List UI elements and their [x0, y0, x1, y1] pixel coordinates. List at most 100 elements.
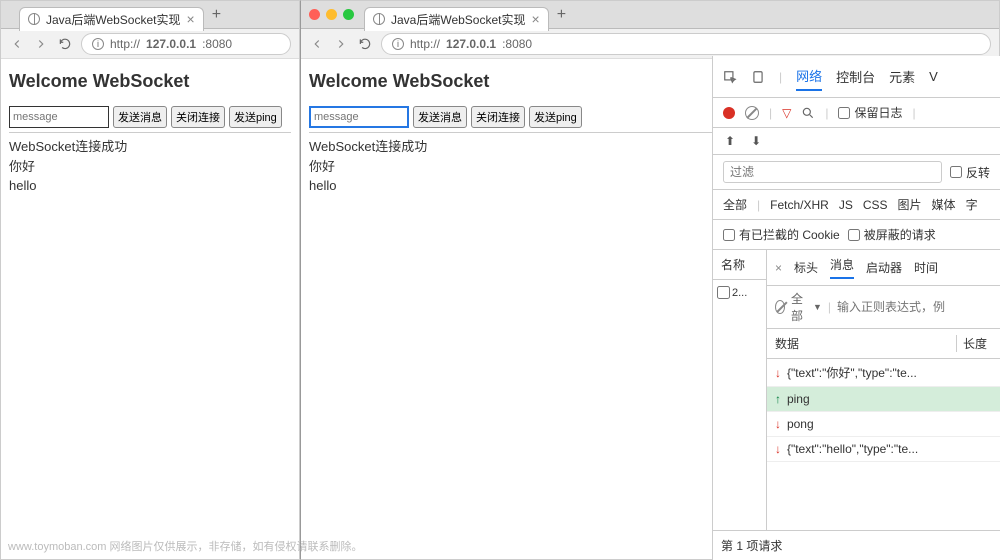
log-line: 你好: [9, 157, 291, 177]
window-controls: [309, 9, 354, 20]
browser-tab[interactable]: Java后端WebSocket实现 ×: [19, 7, 204, 31]
browser-tab[interactable]: Java后端WebSocket实现 ×: [364, 7, 549, 31]
tab-title: Java后端WebSocket实现: [46, 11, 181, 28]
close-detail-icon[interactable]: ×: [775, 261, 782, 275]
forward-button[interactable]: [33, 36, 49, 52]
message-row[interactable]: ↑ping: [767, 387, 1000, 412]
filter-row: 反转: [713, 155, 1000, 190]
arrow-down-icon: ↓: [775, 366, 787, 380]
request-list: 名称 2...: [713, 250, 767, 560]
all-filter[interactable]: 全部: [791, 290, 807, 324]
send-button[interactable]: 发送消息: [113, 106, 167, 128]
dropdown-icon[interactable]: ▼: [813, 302, 822, 312]
download-icon[interactable]: ⬇: [751, 134, 761, 148]
filter-input[interactable]: [723, 161, 942, 183]
info-icon: i: [392, 38, 404, 50]
url-host: 127.0.0.1: [446, 37, 496, 51]
tab-close-icon[interactable]: ×: [187, 11, 195, 27]
globe-icon: [28, 13, 40, 25]
type-all[interactable]: 全部: [723, 196, 747, 213]
tab-initiator[interactable]: 启动器: [866, 259, 902, 276]
network-split: 名称 2... × 标头 消息 启动器 时间 全部 ▼ | 数据 长度 ↓{: [713, 250, 1000, 560]
close-window-icon[interactable]: [309, 9, 320, 20]
send-ping-button[interactable]: 发送ping: [529, 106, 582, 128]
tab-more[interactable]: V: [929, 65, 938, 88]
tab-timing[interactable]: 时间: [914, 259, 938, 276]
message-row[interactable]: ↓{"text":"你好","type":"te...: [767, 359, 1000, 387]
blocked-cookie-checkbox[interactable]: 有已拦截的 Cookie: [723, 226, 840, 243]
type-js[interactable]: JS: [839, 198, 853, 212]
clear-messages-icon[interactable]: [775, 300, 785, 314]
url-port: :8080: [502, 37, 532, 51]
minimize-window-icon[interactable]: [326, 9, 337, 20]
col-length: 长度: [956, 335, 992, 352]
reload-button[interactable]: [57, 36, 73, 52]
log-area: WebSocket连接成功 你好 hello: [9, 137, 291, 196]
log-line: WebSocket连接成功: [9, 137, 291, 157]
message-input[interactable]: [9, 106, 109, 128]
reload-button[interactable]: [357, 36, 373, 52]
type-img[interactable]: 图片: [898, 196, 922, 213]
status-bar: 第 1 项请求: [712, 530, 1000, 560]
maximize-window-icon[interactable]: [343, 9, 354, 20]
devtools-panel: | 网络 控制台 元素 V | ▽ | 保留日志 | ⬆ ⬇ 反转 全部 | F…: [712, 56, 1000, 560]
controls-row: 发送消息 关闭连接 发送ping: [9, 106, 291, 133]
browser-window-left: Java后端WebSocket实现 × + i http://127.0.0.1…: [0, 0, 300, 560]
url-field[interactable]: i http://127.0.0.1:8080: [81, 33, 291, 55]
page-content: Welcome WebSocket 发送消息 关闭连接 发送ping WebSo…: [1, 59, 299, 559]
filter-icon[interactable]: ▽: [782, 106, 791, 120]
forward-button[interactable]: [333, 36, 349, 52]
new-tab-button[interactable]: +: [557, 6, 566, 24]
arrow-up-icon: ↑: [775, 392, 787, 406]
log-line: WebSocket连接成功: [309, 137, 714, 157]
blocked-req-checkbox[interactable]: 被屏蔽的请求: [848, 226, 936, 243]
address-bar: i http://127.0.0.1:8080: [301, 29, 999, 59]
search-icon[interactable]: [801, 106, 815, 120]
tab-elements[interactable]: 元素: [889, 63, 915, 90]
detail-tabs: × 标头 消息 启动器 时间: [767, 250, 1000, 286]
back-button[interactable]: [309, 36, 325, 52]
url-port: :8080: [202, 37, 232, 51]
page-title: Welcome WebSocket: [309, 71, 714, 92]
type-fetch[interactable]: Fetch/XHR: [770, 198, 829, 212]
message-filter-row: 全部 ▼ |: [767, 286, 1000, 329]
inspect-icon[interactable]: [723, 70, 737, 84]
close-conn-button[interactable]: 关闭连接: [171, 106, 225, 128]
tab-headers[interactable]: 标头: [794, 259, 818, 276]
watermark: www.toymoban.com 网络图片仅供展示，非存储，如有侵权请联系删除。: [8, 538, 362, 554]
invert-checkbox[interactable]: 反转: [950, 164, 990, 181]
preserve-log-checkbox[interactable]: 保留日志: [838, 104, 902, 121]
col-data: 数据: [775, 335, 956, 352]
type-css[interactable]: CSS: [863, 198, 888, 212]
type-font[interactable]: 字: [966, 196, 978, 213]
device-icon[interactable]: [751, 70, 765, 84]
upload-icon[interactable]: ⬆: [725, 134, 735, 148]
tab-close-icon[interactable]: ×: [532, 11, 540, 27]
info-icon: i: [92, 38, 104, 50]
type-media[interactable]: 媒体: [932, 196, 956, 213]
tab-messages[interactable]: 消息: [830, 256, 854, 279]
globe-icon: [373, 13, 385, 25]
back-button[interactable]: [9, 36, 25, 52]
message-input[interactable]: [309, 106, 409, 128]
close-conn-button[interactable]: 关闭连接: [471, 106, 525, 128]
url-prefix: http://: [110, 37, 140, 51]
new-tab-button[interactable]: +: [212, 6, 221, 24]
log-line: hello: [9, 176, 291, 196]
upload-download-row: ⬆ ⬇: [713, 128, 1000, 155]
tab-console[interactable]: 控制台: [836, 63, 875, 90]
titlebar: Java后端WebSocket实现 × +: [301, 1, 999, 29]
clear-icon[interactable]: [745, 106, 759, 120]
address-bar: i http://127.0.0.1:8080: [1, 29, 299, 59]
message-table-header: 数据 长度: [767, 329, 1000, 359]
tab-network[interactable]: 网络: [796, 62, 822, 91]
message-row[interactable]: ↓pong: [767, 412, 1000, 437]
url-field[interactable]: i http://127.0.0.1:8080: [381, 33, 991, 55]
record-icon[interactable]: [723, 107, 735, 119]
send-ping-button[interactable]: 发送ping: [229, 106, 282, 128]
send-button[interactable]: 发送消息: [413, 106, 467, 128]
network-toolbar: | ▽ | 保留日志 |: [713, 98, 1000, 128]
request-row[interactable]: 2...: [713, 280, 766, 305]
regex-input[interactable]: [837, 300, 992, 314]
message-row[interactable]: ↓{"text":"hello","type":"te...: [767, 437, 1000, 462]
